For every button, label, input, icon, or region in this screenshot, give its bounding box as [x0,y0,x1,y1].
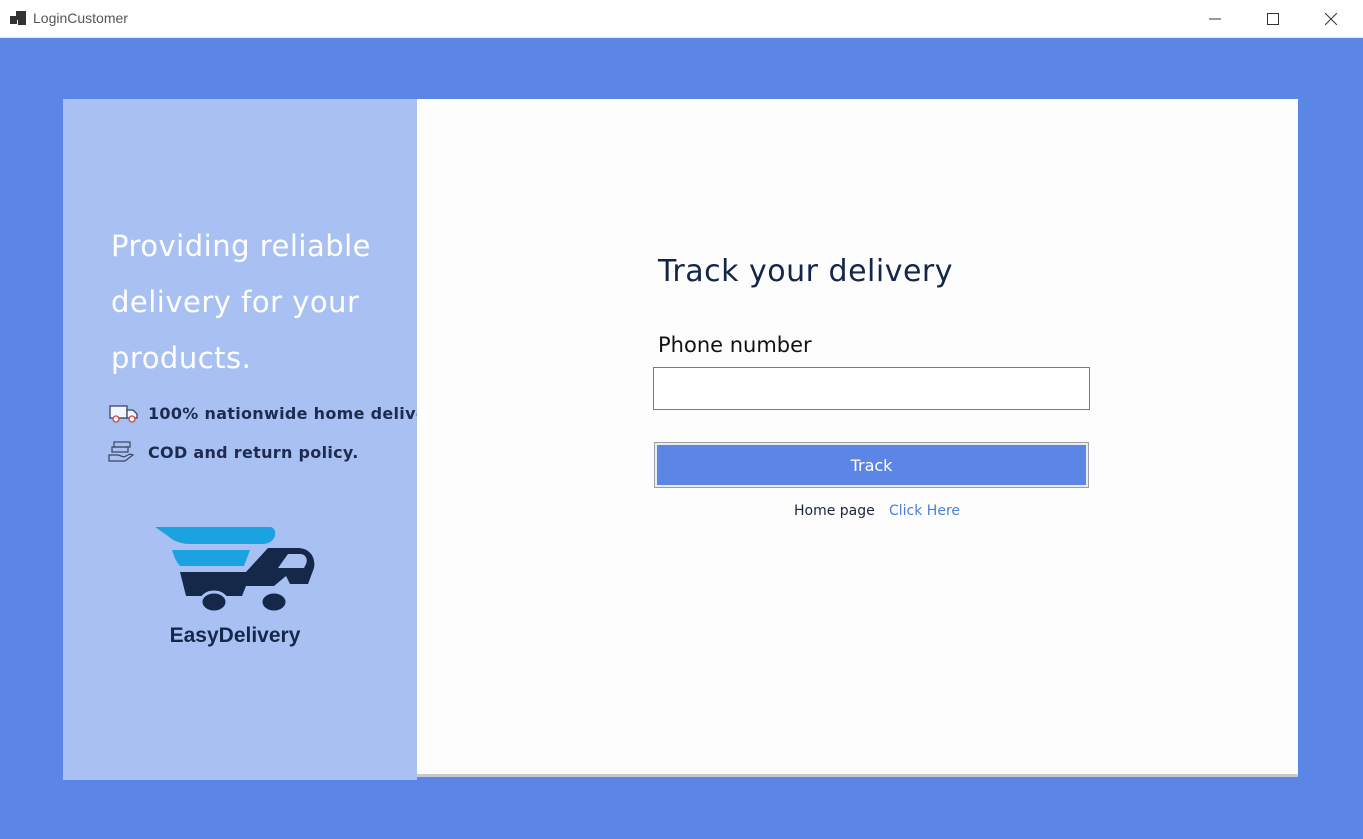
feature-text: 100% nationwide home delivery. [148,403,451,423]
window-title: LoginCustomer [33,10,128,26]
close-icon [1325,13,1337,25]
delivery-truck-logo [155,527,315,614]
track-button-frame: Track [654,442,1089,488]
minimize-button[interactable] [1186,0,1244,38]
phone-input[interactable] [653,367,1090,410]
feature-cod-return: COD and return policy. [108,440,359,464]
feature-home-delivery: 100% nationwide home delivery. [108,401,451,425]
window-titlebar: LoginCustomer [0,0,1363,38]
feature-text: COD and return policy. [148,442,359,462]
phone-label: Phone number [658,333,812,357]
home-page-label: Home page [794,503,875,519]
maximize-button[interactable] [1244,0,1302,38]
brand-name: EasyDelivery [169,624,301,647]
close-button[interactable] [1302,0,1360,38]
page-title: Track your delivery [658,254,953,289]
tagline: Providing reliable delivery for your pro… [111,229,372,375]
money-hand-icon [108,440,140,464]
form-panel [417,99,1298,777]
home-page-link[interactable]: Click Here [889,503,960,519]
app-icon [10,11,26,25]
track-button[interactable]: Track [657,445,1086,485]
minimize-icon [1209,18,1221,20]
maximize-icon [1267,13,1279,25]
truck-icon [108,401,140,425]
